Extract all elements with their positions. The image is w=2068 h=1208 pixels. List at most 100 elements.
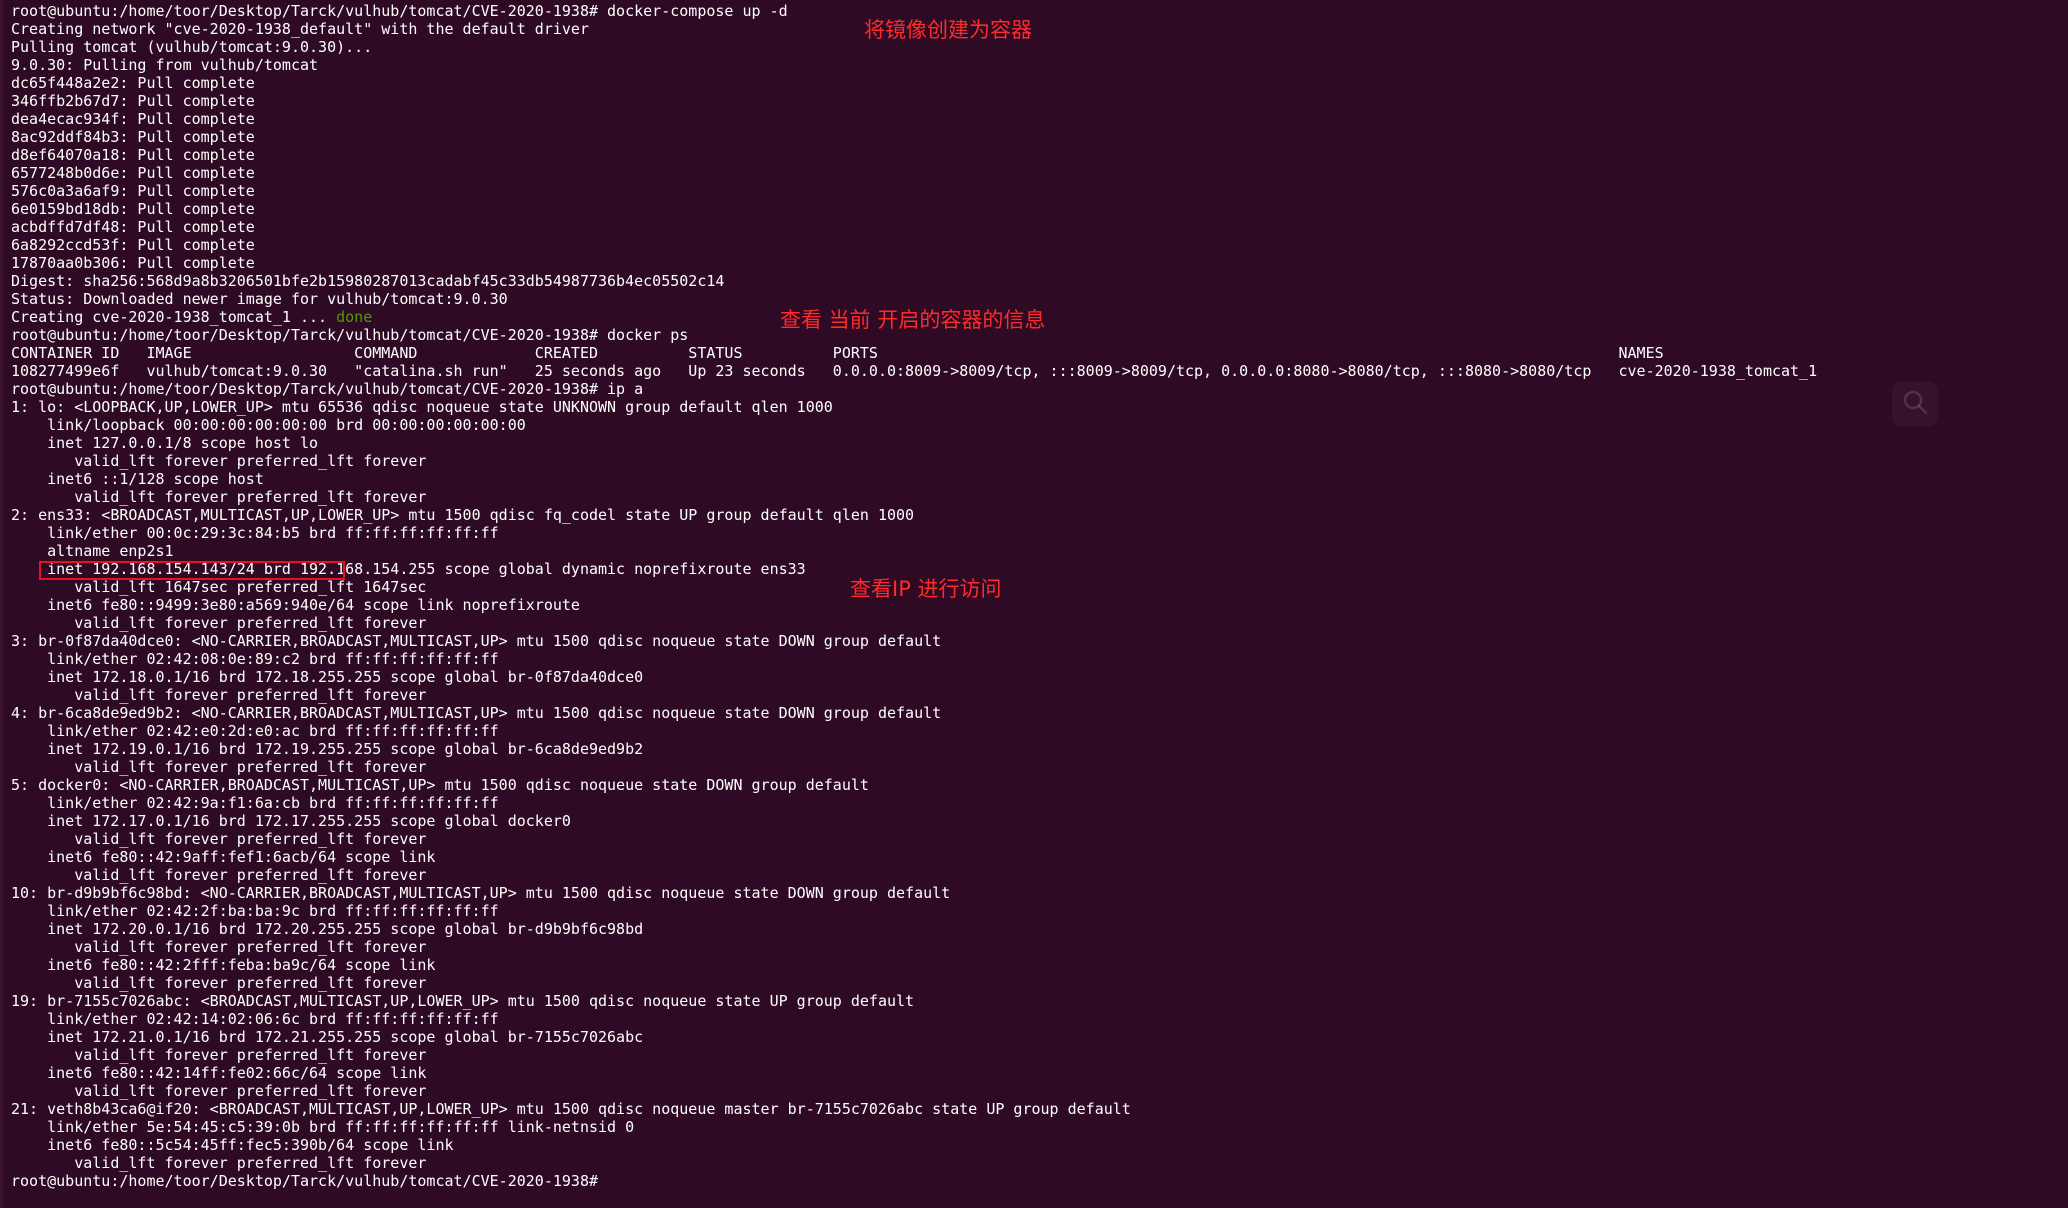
terminal-line-text: 2: ens33: <BROADCAST,MULTICAST,UP,LOWER_… <box>11 506 915 524</box>
terminal-line-text: inet 172.17.0.1/16 brd 172.17.255.255 sc… <box>11 812 571 830</box>
terminal-line-text: 108277499e6f vulhub/tomcat:9.0.30 "catal… <box>11 362 1818 380</box>
terminal-line: 8ac92ddf84b3: Pull complete <box>11 128 1817 146</box>
window-edge <box>0 0 3 1208</box>
terminal-line-text: inet6 fe80::5c54:45ff:fec5:390b/64 scope… <box>11 1136 454 1154</box>
terminal-line: 6e0159bd18db: Pull complete <box>11 200 1817 218</box>
terminal-line-text: root@ubuntu:/home/toor/Desktop/Tarck/vul… <box>11 380 644 398</box>
terminal-line-text: valid_lft forever preferred_lft forever <box>11 452 427 470</box>
terminal-line-text: 3: br-0f87da40dce0: <NO-CARRIER,BROADCAS… <box>11 632 942 650</box>
terminal-line: valid_lft forever preferred_lft forever <box>11 1046 1817 1064</box>
terminal-line: 10: br-d9b9bf6c98bd: <NO-CARRIER,BROADCA… <box>11 884 1817 902</box>
search-button[interactable] <box>1892 381 1938 427</box>
terminal-line: inet 127.0.0.1/8 scope host lo <box>11 434 1817 452</box>
terminal-line: valid_lft forever preferred_lft forever <box>11 1082 1817 1100</box>
terminal-line-text: acbdffd7df48: Pull complete <box>11 218 255 236</box>
terminal-line-text: inet 172.21.0.1/16 brd 172.21.255.255 sc… <box>11 1028 644 1046</box>
ip-highlight-box <box>39 561 345 580</box>
terminal-line-text: inet 172.20.0.1/16 brd 172.20.255.255 sc… <box>11 920 644 938</box>
terminal-line: Status: Downloaded newer image for vulhu… <box>11 290 1817 308</box>
terminal-line-text: link/ether 5e:54:45:c5:39:0b brd ff:ff:f… <box>11 1118 635 1136</box>
terminal-line-text: link/ether 02:42:2f:ba:ba:9c brd ff:ff:f… <box>11 902 499 920</box>
terminal-line-text: Creating cve-2020-1938_tomcat_1 ... <box>11 308 337 326</box>
terminal-line: 576c0a3a6af9: Pull complete <box>11 182 1817 200</box>
terminal-line: link/loopback 00:00:00:00:00:00 brd 00:0… <box>11 416 1817 434</box>
terminal-line: CONTAINER ID IMAGE COMMAND CREATED STATU… <box>11 344 1817 362</box>
terminal-line: valid_lft forever preferred_lft forever <box>11 830 1817 848</box>
terminal-line: inet 172.19.0.1/16 brd 172.19.255.255 sc… <box>11 740 1817 758</box>
terminal-line-text: link/ether 00:0c:29:3c:84:b5 brd ff:ff:f… <box>11 524 499 542</box>
terminal-line-text: root@ubuntu:/home/toor/Desktop/Tarck/vul… <box>11 326 689 344</box>
terminal-line-text: 5: docker0: <NO-CARRIER,BROADCAST,MULTIC… <box>11 776 869 794</box>
terminal-line: inet6 fe80::42:9aff:fef1:6acb/64 scope l… <box>11 848 1817 866</box>
annotation-view-containers: 查看 当前 开启的容器的信息 <box>780 308 1046 332</box>
terminal-line: inet6 fe80::5c54:45ff:fec5:390b/64 scope… <box>11 1136 1817 1154</box>
terminal-line-text: inet 172.18.0.1/16 brd 172.18.255.255 sc… <box>11 668 644 686</box>
terminal-line: link/ether 02:42:14:02:06:6c brd ff:ff:f… <box>11 1010 1817 1028</box>
terminal-line-text: 4: br-6ca8de9ed9b2: <NO-CARRIER,BROADCAS… <box>11 704 942 722</box>
terminal-line-text: 1: lo: <LOOPBACK,UP,LOWER_UP> mtu 65536 … <box>11 398 833 416</box>
terminal-line: dea4ecac934f: Pull complete <box>11 110 1817 128</box>
terminal-line: valid_lft forever preferred_lft forever <box>11 866 1817 884</box>
terminal-line-text: dea4ecac934f: Pull complete <box>11 110 255 128</box>
terminal-line-text: inet6 ::1/128 scope host <box>11 470 264 488</box>
terminal-line: 1: lo: <LOOPBACK,UP,LOWER_UP> mtu 65536 … <box>11 398 1817 416</box>
terminal-line: root@ubuntu:/home/toor/Desktop/Tarck/vul… <box>11 380 1817 398</box>
terminal-line: valid_lft forever preferred_lft forever <box>11 974 1817 992</box>
annotation-view-ip: 查看IP 进行访问 <box>850 577 1002 601</box>
terminal-line: inet6 fe80::42:14ff:fe02:66c/64 scope li… <box>11 1064 1817 1082</box>
terminal-line-text: valid_lft forever preferred_lft forever <box>11 1154 427 1172</box>
terminal-line: link/ether 02:42:08:0e:89:c2 brd ff:ff:f… <box>11 650 1817 668</box>
terminal-line-text: 17870aa0b306: Pull complete <box>11 254 255 272</box>
terminal-line: inet 172.21.0.1/16 brd 172.21.255.255 sc… <box>11 1028 1817 1046</box>
terminal-line-text: valid_lft forever preferred_lft forever <box>11 830 427 848</box>
terminal-line-text: 9.0.30: Pulling from vulhub/tomcat <box>11 56 319 74</box>
terminal-line-text: link/ether 02:42:e0:2d:e0:ac brd ff:ff:f… <box>11 722 499 740</box>
terminal-line: 21: veth8b43ca6@if20: <BROADCAST,MULTICA… <box>11 1100 1817 1118</box>
terminal-line: Digest: sha256:568d9a8b3206501bfe2b15980… <box>11 272 1817 290</box>
terminal-line: 9.0.30: Pulling from vulhub/tomcat <box>11 56 1817 74</box>
terminal-line-text: 6e0159bd18db: Pull complete <box>11 200 255 218</box>
terminal-line: link/ether 02:42:9a:f1:6a:cb brd ff:ff:f… <box>11 794 1817 812</box>
terminal-line: d8ef64070a18: Pull complete <box>11 146 1817 164</box>
terminal-line-text: valid_lft forever preferred_lft forever <box>11 488 427 506</box>
terminal-line-text: root@ubuntu:/home/toor/Desktop/Tarck/vul… <box>11 2 788 20</box>
terminal-line-text: 6a8292ccd53f: Pull complete <box>11 236 255 254</box>
terminal-line-text: 6577248b0d6e: Pull complete <box>11 164 255 182</box>
search-icon <box>1900 387 1930 422</box>
terminal-line: inet6 ::1/128 scope host <box>11 470 1817 488</box>
terminal-line-text: root@ubuntu:/home/toor/Desktop/Tarck/vul… <box>11 1172 608 1190</box>
terminal-line-text: valid_lft forever preferred_lft forever <box>11 1082 427 1100</box>
terminal-line: inet 172.18.0.1/16 brd 172.18.255.255 sc… <box>11 668 1817 686</box>
terminal-window[interactable]: root@ubuntu:/home/toor/Desktop/Tarck/vul… <box>0 0 2068 1208</box>
terminal-line-text: Status: Downloaded newer image for vulhu… <box>11 290 508 308</box>
terminal-line: link/ether 02:42:2f:ba:ba:9c brd ff:ff:f… <box>11 902 1817 920</box>
terminal-line: root@ubuntu:/home/toor/Desktop/Tarck/vul… <box>11 1172 1817 1190</box>
terminal-line: inet6 fe80::42:2fff:feba:ba9c/64 scope l… <box>11 956 1817 974</box>
terminal-line-text: valid_lft forever preferred_lft forever <box>11 938 427 956</box>
terminal-line-text: 576c0a3a6af9: Pull complete <box>11 182 255 200</box>
terminal-line-text: inet6 fe80::42:14ff:fe02:66c/64 scope li… <box>11 1064 427 1082</box>
terminal-line: valid_lft forever preferred_lft forever <box>11 614 1817 632</box>
terminal-line-text: link/ether 02:42:9a:f1:6a:cb brd ff:ff:f… <box>11 794 499 812</box>
terminal-line-text: valid_lft forever preferred_lft forever <box>11 866 427 884</box>
terminal-line-text: d8ef64070a18: Pull complete <box>11 146 255 164</box>
terminal-line-text: 8ac92ddf84b3: Pull complete <box>11 128 255 146</box>
terminal-line-text: valid_lft 1647sec preferred_lft 1647sec <box>11 578 427 596</box>
terminal-line-text: valid_lft forever preferred_lft forever <box>11 686 427 704</box>
terminal-line-text: Digest: sha256:568d9a8b3206501bfe2b15980… <box>11 272 725 290</box>
terminal-line-text: 346ffb2b67d7: Pull complete <box>11 92 255 110</box>
terminal-line: link/ether 5e:54:45:c5:39:0b brd ff:ff:f… <box>11 1118 1817 1136</box>
terminal-line-text: valid_lft forever preferred_lft forever <box>11 1046 427 1064</box>
terminal-line: 2: ens33: <BROADCAST,MULTICAST,UP,LOWER_… <box>11 506 1817 524</box>
terminal-line-text: CONTAINER ID IMAGE COMMAND CREATED STATU… <box>11 344 1664 362</box>
terminal-line: inet 172.17.0.1/16 brd 172.17.255.255 sc… <box>11 812 1817 830</box>
terminal-line-text: 19: br-7155c7026abc: <BROADCAST,MULTICAS… <box>11 992 915 1010</box>
terminal-line-text: link/ether 02:42:14:02:06:6c brd ff:ff:f… <box>11 1010 499 1028</box>
annotation-create-container: 将镜像创建为容器 <box>864 18 1032 42</box>
terminal-line-text: inet 127.0.0.1/8 scope host lo <box>11 434 319 452</box>
terminal-line: dc65f448a2e2: Pull complete <box>11 74 1817 92</box>
terminal-line: 108277499e6f vulhub/tomcat:9.0.30 "catal… <box>11 362 1817 380</box>
terminal-line: valid_lft forever preferred_lft forever <box>11 758 1817 776</box>
terminal-line: valid_lft forever preferred_lft forever <box>11 488 1817 506</box>
terminal-line-text: inet6 fe80::9499:3e80:a569:940e/64 scope… <box>11 596 580 614</box>
